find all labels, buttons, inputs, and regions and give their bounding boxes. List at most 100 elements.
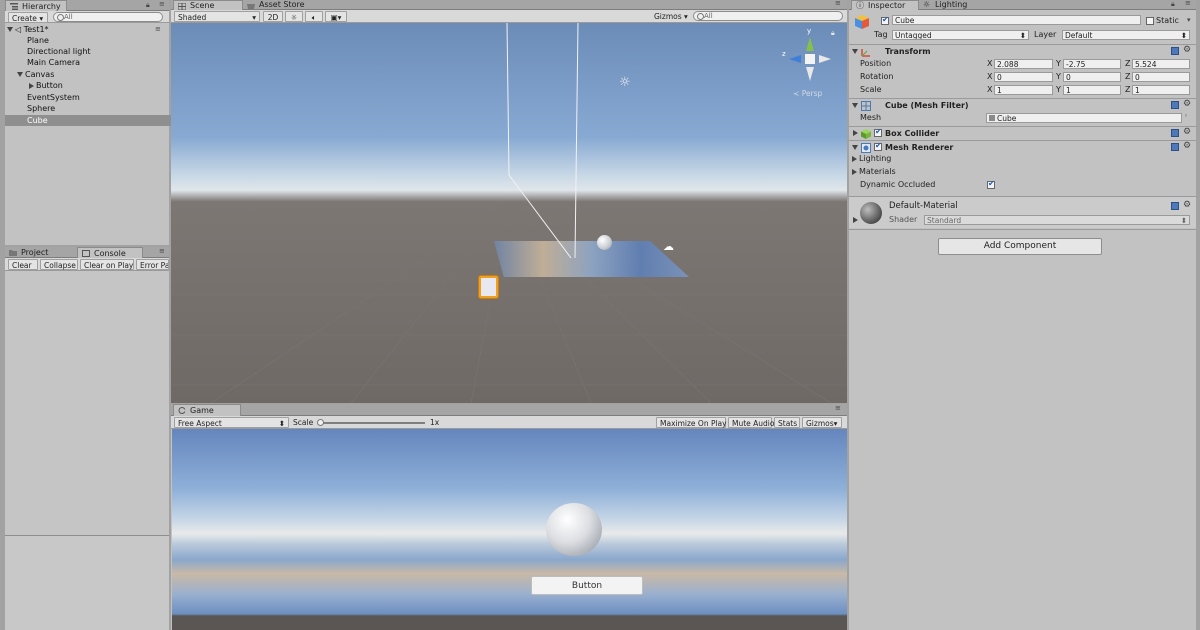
lock-icon[interactable]: 🔒︎ [831,29,835,38]
expand-arrow-icon[interactable] [852,145,858,150]
panel-menu-icon[interactable]: ≡ [159,0,165,8]
hierarchy-item-plane[interactable]: Plane [5,35,190,46]
help-icon[interactable] [1171,47,1179,55]
aspect-dropdown[interactable]: Free Aspect ⬍ [174,417,289,428]
box-collider-enabled-checkbox[interactable] [874,127,882,137]
lock-icon[interactable]: 🔒︎ [1171,0,1175,9]
create-button[interactable]: Create ▾ [8,12,48,23]
sphere-object[interactable] [597,235,612,250]
gear-icon[interactable]: ⚙ [1183,127,1191,137]
mute-audio-button[interactable]: Mute Audio [728,417,774,428]
static-dropdown-icon[interactable]: ▾ [1187,16,1191,24]
position-z-field[interactable]: 5.524 [1132,59,1190,69]
hierarchy-item-eventsystem[interactable]: EventSystem [5,92,190,103]
shader-dropdown[interactable]: Standard ⬍ [924,215,1190,225]
directional-light-icon[interactable]: ☼ [619,75,631,90]
panel-menu-icon[interactable]: ≡ [835,404,841,412]
tab-asset-store[interactable]: Asset Store [243,0,321,10]
tab-project[interactable]: Project [5,247,77,258]
layer-dropdown[interactable]: Default ⬍ [1062,30,1190,40]
stats-button[interactable]: Stats [774,417,800,428]
tab-game[interactable]: Game [173,404,241,416]
collapsed-arrow-icon[interactable] [853,130,858,136]
dynamic-occluded-checkbox[interactable] [987,179,995,189]
scale-slider-thumb[interactable] [317,419,324,426]
help-icon[interactable] [1171,202,1179,210]
mode-2d-toggle[interactable]: 2D [263,11,283,22]
scale-x-field[interactable]: 1 [994,85,1053,95]
tab-hierarchy[interactable]: Hierarchy [5,0,67,11]
help-icon[interactable] [1171,143,1179,151]
hierarchy-item-main-camera[interactable]: Main Camera [5,57,190,68]
tab-console[interactable]: Console [77,247,143,258]
materials-foldout[interactable]: Materials [852,167,896,177]
scene-lighting-toggle[interactable]: ☼ [285,11,303,22]
panel-menu-icon[interactable]: ≡ [159,247,165,255]
add-component-button[interactable]: Add Component [938,238,1102,255]
scale-slider[interactable] [317,419,425,426]
rotation-z-field[interactable]: 0 [1132,72,1190,82]
panel-menu-icon[interactable]: ≡ [835,0,841,7]
clear-button[interactable]: Clear [8,259,38,270]
rotation-x-field[interactable]: 0 [994,72,1053,82]
lighting-foldout[interactable]: Lighting [852,154,891,164]
hierarchy-item-directional-light[interactable]: Directional light [5,46,190,57]
collapsed-arrow-icon[interactable] [852,155,857,162]
hierarchy-item-sphere[interactable]: Sphere [5,103,190,114]
box-collider-header[interactable]: Box Collider ⚙ [849,126,1196,140]
maximize-on-play-button[interactable]: Maximize On Play [656,417,727,428]
static-checkbox[interactable] [1146,17,1154,25]
hierarchy-search-input[interactable]: All [53,12,163,22]
scale-y-field[interactable]: 1 [1063,85,1121,95]
collapsed-arrow-icon[interactable] [853,217,858,223]
rotation-y-field[interactable]: 0 [1063,72,1121,82]
scene-search-input[interactable]: All [693,11,843,21]
object-picker-icon[interactable]: ◦ [1184,112,1188,120]
selected-cube-object[interactable] [479,276,498,298]
shading-mode-dropdown[interactable]: Shaded ▾ [174,11,260,22]
scale-z-field[interactable]: 1 [1132,85,1190,95]
object-name-field[interactable]: Cube [892,15,1141,25]
scene-effects-dropdown[interactable]: ▣▾ [325,11,347,22]
error-pause-button[interactable]: Error Pau [136,259,169,270]
mesh-renderer-header[interactable]: Mesh Renderer ⚙ [849,140,1196,154]
tab-inspector[interactable]: ⓘ Inspector [851,0,919,10]
transform-header[interactable]: Transform ⚙ [849,44,1196,58]
persp-label[interactable]: ≺ Persp [793,89,822,98]
orientation-gizmo[interactable]: y z [782,27,833,87]
panel-menu-icon[interactable]: ≡ [1185,0,1191,7]
hierarchy-item-button[interactable]: Button [5,80,192,91]
expand-arrow-icon[interactable] [852,103,858,108]
hierarchy-item-canvas[interactable]: Canvas [5,69,180,80]
help-icon[interactable] [1171,129,1179,137]
position-x-field[interactable]: 2.088 [994,59,1053,69]
scene-gizmos-dropdown[interactable]: Gizmos ▾ [651,11,689,22]
mesh-object-field[interactable]: Cube [986,113,1182,123]
collapsed-arrow-icon[interactable] [852,168,857,175]
clear-on-play-button[interactable]: Clear on Play [80,259,134,270]
expand-arrow-icon[interactable] [852,49,858,54]
gear-icon[interactable]: ⚙ [1183,141,1191,151]
help-icon[interactable] [1171,101,1179,109]
scene-menu-icon[interactable]: ≡ [155,24,161,35]
game-viewport[interactable]: Button [172,429,847,630]
gear-icon[interactable]: ⚙ [1183,45,1191,55]
game-gizmos-dropdown[interactable]: Gizmos▾ [802,417,842,428]
collapsed-arrow-icon[interactable] [29,82,34,89]
expand-arrow-icon[interactable] [17,72,23,77]
tab-scene[interactable]: Scene [173,0,243,10]
game-ui-button[interactable]: Button [531,576,643,595]
expand-arrow-icon[interactable] [7,27,13,32]
gear-icon[interactable]: ⚙ [1183,99,1191,109]
active-checkbox[interactable] [881,15,889,25]
mesh-filter-header[interactable]: Cube (Mesh Filter) ⚙ [849,98,1196,112]
hierarchy-item-cube[interactable]: Cube [5,115,190,126]
position-y-field[interactable]: -2.75 [1063,59,1121,69]
camera-gizmo-icon[interactable]: ☁ [663,240,674,253]
scene-root-item[interactable]: ◁ Test1* ≡ [7,24,170,35]
tab-lighting[interactable]: ☼ Lighting [919,0,987,10]
mesh-renderer-enabled-checkbox[interactable] [874,141,882,151]
collapse-button[interactable]: Collapse [40,259,78,270]
tag-dropdown[interactable]: Untagged ⬍ [892,30,1029,40]
lock-icon[interactable]: 🔒︎ [146,1,150,10]
